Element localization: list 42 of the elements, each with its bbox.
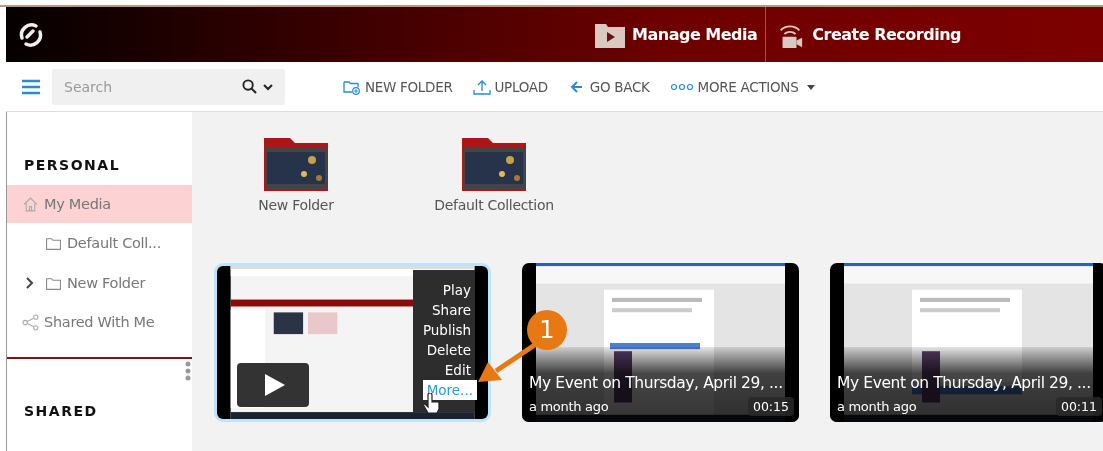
video-age: a month ago	[529, 399, 609, 414]
duration-label: 00:15	[747, 397, 794, 416]
section-heading: PERSONAL	[23, 157, 122, 173]
header-button[interactable]: Create Recording	[765, 7, 969, 62]
chevron-icon[interactable]	[25, 277, 34, 289]
search-icon[interactable]	[242, 78, 257, 94]
video-age: a month ago	[837, 399, 917, 414]
resize-handle-icon[interactable]	[185, 361, 191, 381]
upload-icon	[472, 78, 491, 95]
search-field[interactable]: Search	[52, 68, 285, 105]
menu-icon[interactable]	[21, 78, 41, 95]
folder-thumbnail-icon[interactable]	[462, 138, 526, 191]
caret-icon[interactable]	[263, 82, 273, 91]
duration-label: 00:11	[1055, 397, 1102, 416]
sidebar-item[interactable]: New Folder	[7, 263, 192, 303]
toolbar-button[interactable]: NEW FOLDER	[343, 78, 453, 95]
menu-item[interactable]: Publish	[418, 320, 475, 340]
home-icon	[22, 195, 39, 213]
video-card[interactable]: My Event on Thursday, April 29, ... a month ago 00:11	[830, 263, 1103, 422]
header-button[interactable]: Manage Media	[586, 7, 766, 62]
play-button-icon[interactable]	[237, 363, 309, 407]
video-title: My Event on Thursday, April 29, ...	[529, 374, 783, 392]
caret-icon	[806, 82, 817, 91]
more-dots-icon	[669, 82, 694, 91]
folder-thumbnail-icon[interactable]	[264, 138, 328, 191]
toolbar-button[interactable]: UPLOAD	[472, 78, 548, 95]
toolbar-button[interactable]: MORE ACTIONS	[669, 78, 817, 95]
video-card[interactable]: Play Share Publish Delete Edit More...	[214, 263, 491, 422]
sidebar-item[interactable]: Shared With Me	[7, 303, 192, 341]
video-title: My Event on Thursday, April 29, ...	[837, 374, 1091, 392]
menu-item[interactable]: Play	[438, 280, 475, 300]
menu-item[interactable]: Delete	[422, 340, 475, 360]
folder-label: Default Collection	[434, 197, 554, 213]
hand-cursor-icon	[422, 393, 440, 415]
folder-label: New Folder	[258, 197, 334, 213]
sidebar-item[interactable]: Default Coll...	[7, 223, 192, 263]
toolbar-button[interactable]: GO BACK	[567, 78, 650, 95]
new-folder-icon	[343, 78, 361, 95]
menu-item[interactable]: Edit	[440, 360, 475, 380]
share-icon	[22, 313, 39, 331]
section-heading: SHARED	[23, 403, 99, 419]
menu-item[interactable]: Share	[428, 300, 475, 320]
